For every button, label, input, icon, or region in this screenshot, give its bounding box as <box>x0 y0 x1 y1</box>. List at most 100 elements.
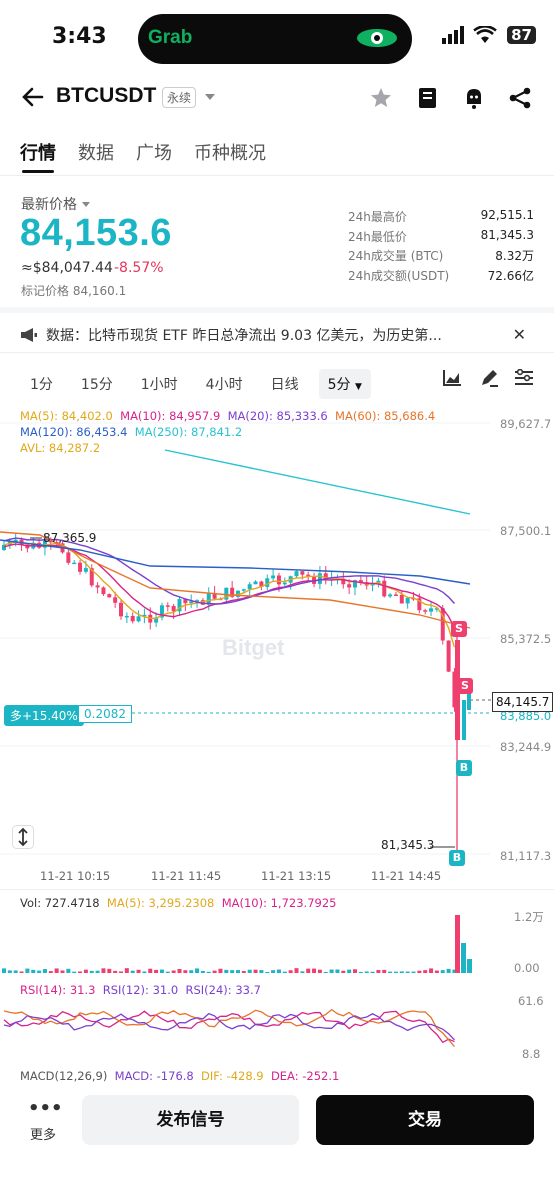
publish-signal-button[interactable]: 发布信号 <box>82 1095 299 1145</box>
volume-bar <box>265 971 270 973</box>
news-ticker[interactable]: 数据：比特币现货 ETF 昨日总净流出 9.03 亿美元，为历史第... ✕ <box>20 325 530 345</box>
volume-bar <box>95 970 100 973</box>
stat-label: 24h最高价 <box>348 210 407 224</box>
buy-marker[interactable]: B <box>456 760 472 776</box>
candle-body <box>276 575 281 585</box>
vertical-resize-icon[interactable] <box>12 825 34 849</box>
latest-price-label[interactable]: 最新价格 <box>21 194 91 214</box>
candle-body <box>113 597 118 603</box>
24h-stats: 24h最高价 92,515.1 24h最低价 81,345.3 24h成交量 (BT… <box>348 208 534 286</box>
volume-bar <box>347 969 352 973</box>
stat-value: 81,345.3 <box>480 227 534 242</box>
volume-bar <box>136 969 141 973</box>
volume-bar <box>399 971 404 973</box>
position-pnl-tag[interactable]: 多+15.40% <box>4 705 84 726</box>
share-icon[interactable] <box>508 86 532 110</box>
volume-bar <box>72 971 77 973</box>
candle-body <box>130 615 135 622</box>
indicator-settings-icon[interactable] <box>514 369 534 387</box>
volume-bar <box>259 970 264 973</box>
more-label: 更多 <box>29 1128 56 1143</box>
bitget-watermark: Bitget <box>222 635 285 660</box>
candle-body <box>294 571 299 577</box>
candle-body <box>347 584 352 588</box>
sell-marker[interactable]: S <box>457 678 473 694</box>
stat-value: 8.32万 <box>495 249 534 263</box>
candle-body <box>282 582 287 585</box>
candle-body <box>382 580 387 597</box>
symbol-title[interactable]: BTCUSDT <box>56 84 156 108</box>
avl-value: AVL: 84,287.2 <box>20 441 101 455</box>
interval-1d[interactable]: 日线 <box>271 374 299 394</box>
volume-bar <box>171 970 176 973</box>
notebook-icon[interactable] <box>416 86 440 110</box>
volume-bar <box>113 970 118 973</box>
candle-body <box>271 575 276 579</box>
position-size-tag[interactable]: 0.2082 <box>78 705 132 723</box>
period-low-label: 81,345.3 <box>381 838 435 852</box>
volume-bar <box>195 968 200 973</box>
volume-chart <box>2 915 472 973</box>
volume-bar <box>276 969 281 973</box>
tab-market[interactable]: 行情 <box>20 139 56 165</box>
candle-body <box>124 615 129 618</box>
volume-bar <box>370 971 375 973</box>
volume-bar <box>312 968 317 973</box>
volume-bar <box>429 968 434 973</box>
interval-4h[interactable]: 4小时 <box>206 374 243 394</box>
volume-bar <box>446 968 451 973</box>
back-arrow-icon[interactable] <box>20 84 46 110</box>
interval-5m[interactable]: 5分 ▼ <box>318 369 371 399</box>
ma10-line <box>3 543 456 629</box>
time-axis-label: 11-21 14:45 <box>371 869 442 883</box>
volume-bar <box>83 969 88 973</box>
volume-bar <box>60 970 65 973</box>
chart-type-icon[interactable] <box>442 369 462 387</box>
buy-marker[interactable]: B <box>449 850 465 866</box>
star-favorite-icon[interactable] <box>369 86 393 110</box>
interval-1m[interactable]: 1分 <box>30 374 53 394</box>
candle-body <box>423 610 428 612</box>
stat-label: 24h成交额(USDT) <box>348 268 450 283</box>
volume-bar <box>467 959 472 973</box>
volume-bar <box>25 968 30 973</box>
candle-body <box>405 597 410 604</box>
volume-bar <box>130 970 135 973</box>
volume-bar <box>66 968 71 973</box>
volume-bar <box>31 969 36 973</box>
time-axis-label: 11-21 10:15 <box>40 869 111 883</box>
ma-legend-row-1: MA(5): 84,402.0 MA(10): 84,957.9 MA(20):… <box>20 409 435 423</box>
stat-row: 24h最高价 92,515.1 <box>348 208 534 228</box>
volume-bar <box>461 943 466 973</box>
price-alert-bell-icon[interactable] <box>462 86 486 110</box>
news-text[interactable]: 数据：比特币现货 ETF 昨日总净流出 9.03 亿美元，为历史第... <box>46 325 486 345</box>
ma250-value: MA(250): 87,841.2 <box>134 425 243 439</box>
tab-data[interactable]: 数据 <box>78 139 114 165</box>
candle-body <box>165 605 170 607</box>
trade-button[interactable]: 交易 <box>316 1095 534 1145</box>
more-button[interactable]: ••• 更多 <box>28 1100 63 1144</box>
interval-1h[interactable]: 1小时 <box>141 374 178 394</box>
volume-bar <box>411 971 416 973</box>
close-icon[interactable]: ✕ <box>513 325 526 344</box>
drawing-tool-icon[interactable] <box>479 368 499 388</box>
tab-square[interactable]: 广场 <box>136 139 172 165</box>
ma120-line <box>0 539 471 585</box>
volume-bar <box>253 969 258 973</box>
chevron-down-icon[interactable] <box>204 92 216 102</box>
sell-marker[interactable]: S <box>451 621 467 637</box>
megaphone-icon <box>21 328 37 342</box>
volume-bar <box>434 970 439 973</box>
stat-row: 24h最低价 81,345.3 <box>348 228 534 248</box>
price-change-percent: -8.57% <box>114 260 164 276</box>
volume-bar <box>294 968 299 973</box>
volume-bar <box>329 969 334 973</box>
contract-type-badge[interactable]: 永续 <box>162 87 197 108</box>
interval-15m[interactable]: 15分 <box>81 374 113 394</box>
stat-value: 92,515.1 <box>480 208 534 222</box>
battery-level: 87 <box>505 24 538 46</box>
ma250-line <box>164 449 471 515</box>
volume-bar <box>159 969 164 973</box>
volume-bar <box>183 970 188 973</box>
tab-coin-overview[interactable]: 币种概况 <box>194 139 266 165</box>
